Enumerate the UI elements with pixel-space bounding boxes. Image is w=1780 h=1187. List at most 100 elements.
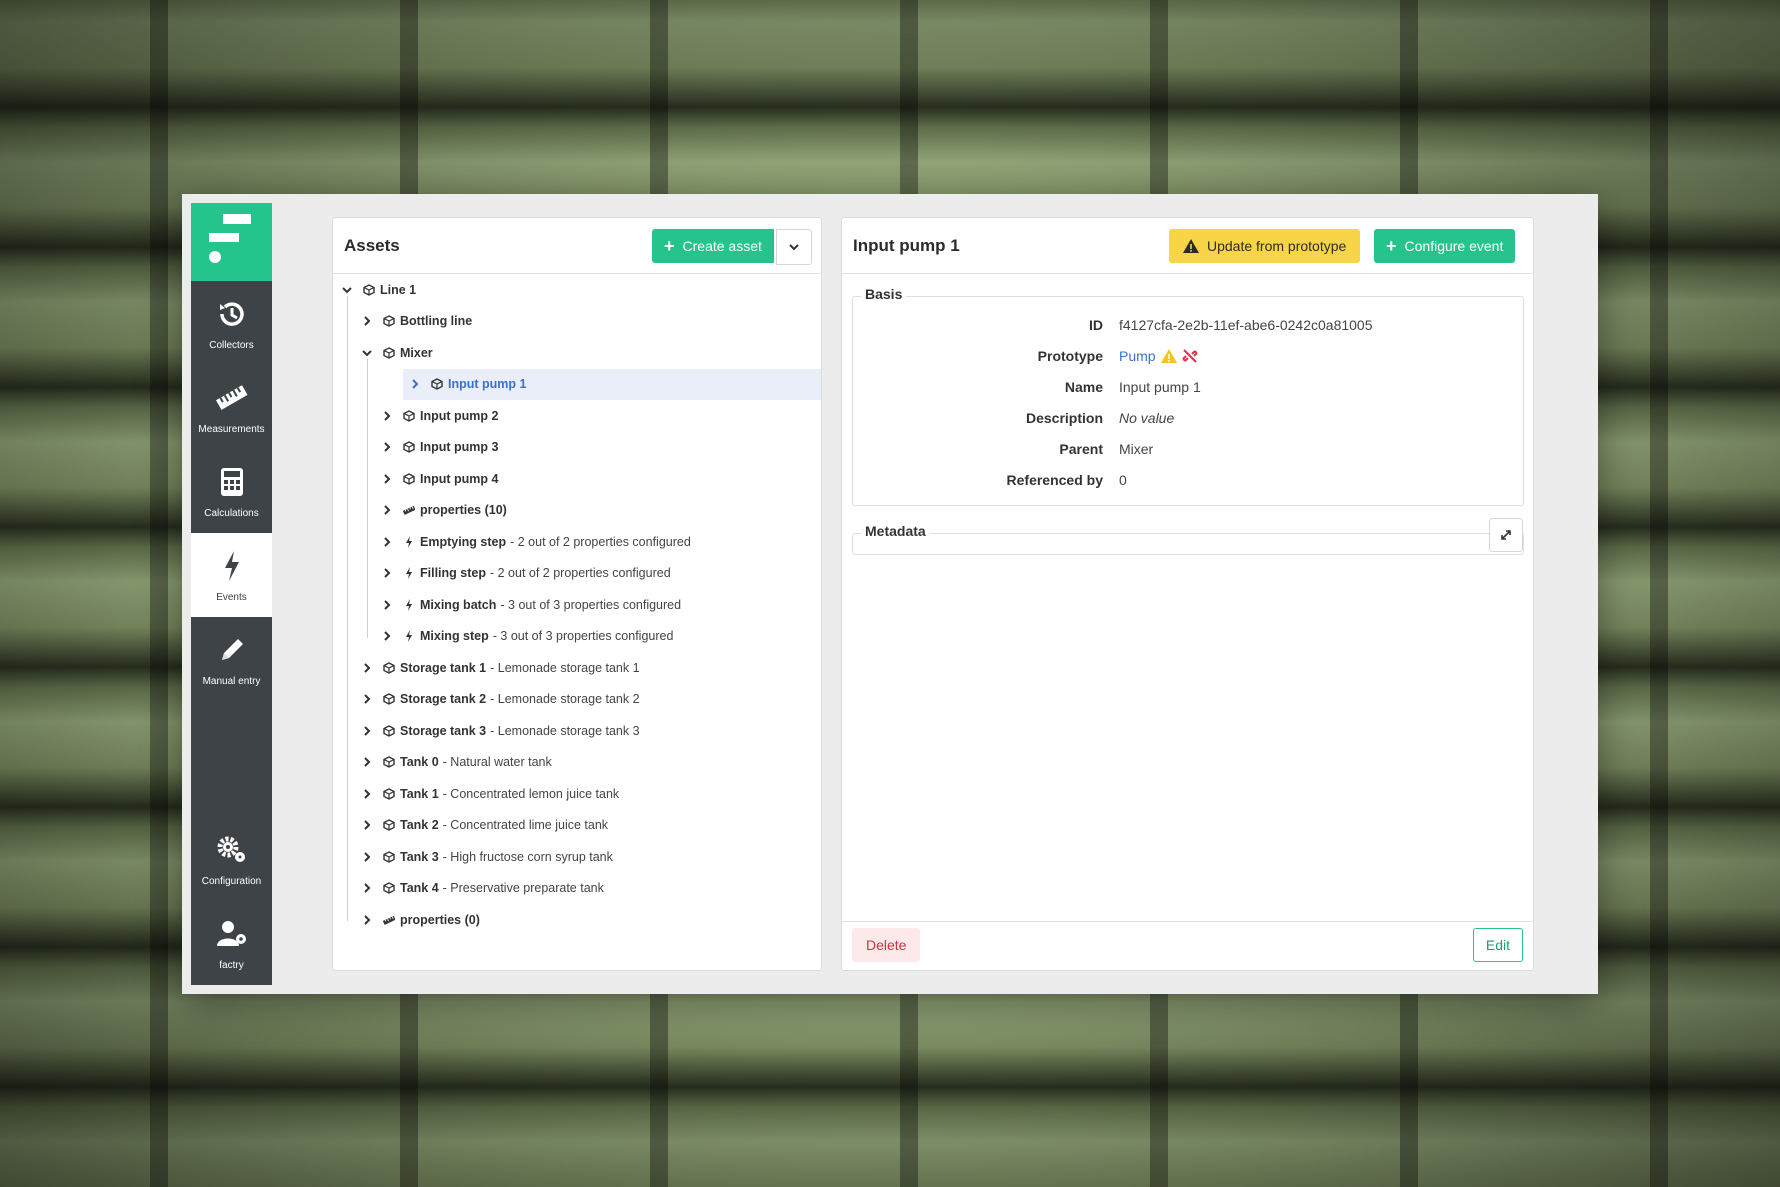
tree-row[interactable]: Mixing step - 3 out of 3 properties confi… — [333, 621, 821, 652]
tree-item-description: - Concentrated lemon juice tank — [442, 786, 620, 801]
chevron-right-icon[interactable] — [361, 756, 373, 768]
delete-button[interactable]: Delete — [852, 928, 921, 962]
tree-connector — [367, 359, 368, 638]
tree-item-description: - Preservative preparate tank — [442, 881, 604, 895]
tree-row[interactable]: Emptying step - 2 out of 2 properties con… — [333, 526, 821, 557]
tree-row[interactable]: Tank 0- Natural water tank — [333, 747, 821, 778]
sidebar-item-collectors[interactable]: Collectors — [191, 281, 272, 365]
chevron-right-icon[interactable] — [381, 410, 393, 422]
chevron-right-icon[interactable] — [381, 473, 393, 485]
plus-icon: + — [1386, 235, 1397, 256]
warning-icon — [1160, 349, 1177, 363]
unlink-icon[interactable] — [1182, 348, 1198, 364]
cube-icon — [383, 346, 395, 359]
tree-row[interactable]: Storage tank 1- Lemonade storage tank 1 — [333, 652, 821, 683]
chevron-down-icon[interactable] — [341, 284, 353, 296]
gears-icon — [217, 836, 245, 862]
tree-item-name: Storage tank 1 — [400, 660, 487, 675]
expand-icon — [1501, 530, 1511, 540]
chevron-right-icon[interactable] — [361, 819, 373, 831]
sidebar-item-label: Manual entry — [202, 675, 261, 687]
tree-row[interactable]: Tank 3- High fructose corn syrup tank — [333, 841, 821, 872]
tree-item-description: - Natural water tank — [442, 755, 552, 769]
chevron-right-icon[interactable] — [361, 851, 373, 863]
assets-title: Assets — [344, 236, 400, 255]
metadata-section: Metadata — [852, 518, 1524, 555]
ruler-icon — [403, 504, 415, 516]
plus-icon: + — [664, 235, 675, 256]
create-asset-dropdown[interactable] — [776, 229, 812, 265]
chevron-right-icon[interactable] — [361, 725, 373, 737]
chevron-right-icon[interactable] — [409, 378, 421, 390]
expand-metadata-button[interactable] — [1489, 518, 1523, 552]
chevron-right-icon[interactable] — [381, 536, 393, 548]
tree-item-name: Input pump 1 — [448, 377, 527, 391]
sidebar-item-user[interactable]: factry — [191, 901, 272, 985]
factry-logo[interactable] — [191, 203, 272, 281]
configure-event-button[interactable]: + Configure event — [1374, 229, 1516, 263]
sidebar-item-configuration[interactable]: Configuration — [191, 817, 272, 901]
field-key: Referenced by — [1006, 472, 1103, 488]
tree-item-description: - Concentrated lime juice tank — [442, 818, 609, 832]
tree-row[interactable]: Input pump 1 — [403, 368, 821, 400]
edit-button[interactable]: Edit — [1472, 928, 1523, 962]
cube-icon — [431, 378, 443, 390]
app-window: Collectors Measurements Calculations Eve… — [182, 194, 1598, 994]
chevron-right-icon[interactable] — [361, 914, 373, 926]
tree-row[interactable]: Mixing batch - 3 out of 3 properties conf… — [333, 589, 821, 620]
detail-header: Input pump 1 Update from prototype + Con… — [842, 218, 1533, 274]
chevron-right-icon[interactable] — [381, 504, 393, 516]
tree-row[interactable]: Tank 4- Preservative preparate tank — [333, 873, 821, 904]
cube-icon — [383, 756, 395, 768]
chevron-right-icon[interactable] — [381, 441, 393, 453]
tree-item-description: - 2 out of 2 properties configured — [489, 566, 671, 580]
prototype-link[interactable]: Pump — [1119, 348, 1156, 364]
tree-row[interactable]: Line 1 — [333, 274, 821, 305]
tree-row[interactable]: Input pump 4 — [333, 463, 821, 494]
sidebar-item-manual-entry[interactable]: Manual entry — [191, 617, 272, 701]
update-from-prototype-button[interactable]: Update from prototype — [1169, 229, 1361, 263]
field-value-wrap: Pump — [1119, 348, 1198, 364]
field-key: Name — [1064, 379, 1103, 395]
bolt-icon — [403, 535, 415, 548]
tree-item-name: properties (10) — [420, 503, 507, 517]
tree-row[interactable]: Storage tank 3- Lemonade storage tank 3 — [333, 715, 821, 746]
chevron-right-icon[interactable] — [361, 788, 373, 800]
tree-item-name: Input pump 2 — [420, 408, 499, 423]
cube-icon — [383, 882, 395, 894]
field-key: Prototype — [1037, 348, 1103, 364]
tree-item-name: Mixing step — [420, 629, 489, 643]
tree-row[interactable]: Input pump 2 — [333, 400, 821, 431]
tree-row[interactable]: Filling step - 2 out of 2 properties conf… — [333, 558, 821, 589]
sidebar-item-calculations[interactable]: Calculations — [191, 449, 272, 533]
chevron-right-icon[interactable] — [381, 599, 393, 611]
tree-item-description: - High fructose corn syrup tank — [442, 849, 613, 864]
field-prototype: Prototype Pump — [853, 348, 1523, 379]
tree-item-name: Input pump 3 — [420, 440, 499, 454]
sidebar-item-measurements[interactable]: Measurements — [191, 365, 272, 449]
chevron-right-icon[interactable] — [361, 693, 373, 705]
tree-row[interactable]: Mixer — [333, 337, 821, 368]
chevron-right-icon[interactable] — [361, 882, 373, 894]
field-referenced-by: Referenced by 0 — [853, 472, 1523, 503]
chevron-down-icon[interactable] — [361, 347, 373, 359]
tree-row[interactable]: Tank 2- Concentrated lime juice tank — [333, 810, 821, 841]
sidebar-item-events[interactable]: Events — [191, 533, 272, 617]
create-asset-button[interactable]: + Create asset — [652, 229, 774, 263]
chevron-right-icon[interactable] — [361, 315, 373, 327]
tree-row[interactable]: Bottling line — [333, 306, 821, 337]
bolt-icon — [403, 630, 415, 642]
tree-row[interactable]: Input pump 3 — [333, 432, 821, 463]
field-value: Mixer — [1119, 441, 1154, 457]
chevron-right-icon[interactable] — [381, 567, 393, 579]
tree-row[interactable]: properties (10) — [333, 495, 821, 526]
user-gear-icon — [216, 920, 246, 946]
chevron-right-icon[interactable] — [361, 662, 373, 674]
chevron-right-icon[interactable] — [381, 630, 393, 642]
field-key: Parent — [1059, 441, 1103, 457]
sidebar: Collectors Measurements Calculations Eve… — [191, 203, 272, 985]
tree-item-name: Tank 3 — [400, 849, 439, 864]
tree-row[interactable]: Tank 1- Concentrated lemon juice tank — [333, 778, 821, 809]
tree-row[interactable]: Storage tank 2- Lemonade storage tank 2 — [333, 684, 821, 715]
tree-row[interactable]: properties (0) — [333, 904, 821, 935]
